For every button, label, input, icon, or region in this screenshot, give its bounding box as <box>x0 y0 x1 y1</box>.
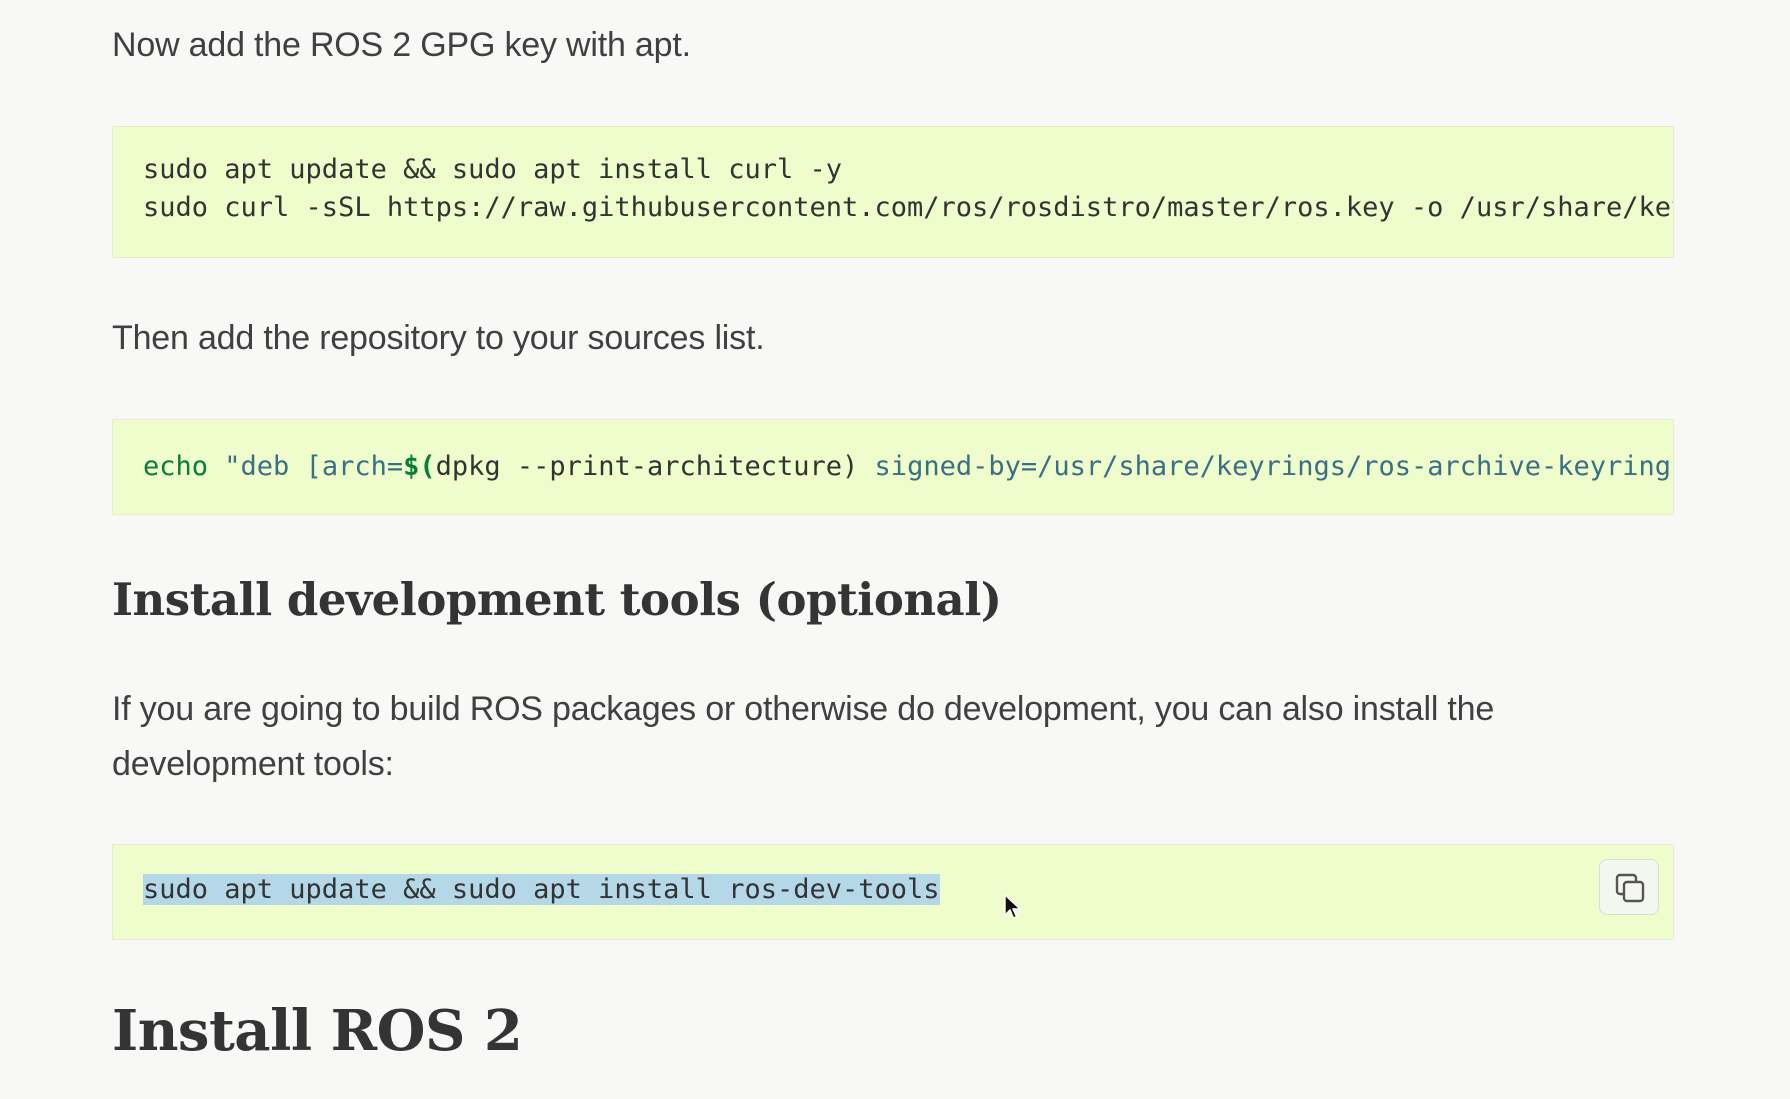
section-heading-install-ros: Install ROS 2 <box>112 998 523 1064</box>
documentation-page: Now add the ROS 2 GPG key with apt. sudo… <box>0 0 1790 1099</box>
code-token: echo <box>143 451 209 482</box>
code-token: $( <box>403 451 436 482</box>
code-token: [arch= <box>305 451 404 482</box>
dev-tools-description-line: development tools: <box>112 745 394 783</box>
selected-code-text[interactable]: sudo apt update && sudo apt install ros-… <box>143 874 940 905</box>
code-line[interactable]: echo "deb [arch=$(dpkg --print-architect… <box>143 448 1674 486</box>
gpg-key-instruction: Now add the ROS 2 GPG key with apt. <box>112 26 691 64</box>
code-block-dev-tools[interactable]: sudo apt update && sudo apt install ros-… <box>112 844 1674 940</box>
dev-tools-description-line: If you are going to build ROS packages o… <box>112 690 1495 728</box>
copy-button[interactable] <box>1599 859 1659 915</box>
code-token: "deb <box>208 451 306 482</box>
code-token: ) <box>842 451 859 482</box>
section-heading-dev-tools: Install development tools (optional) <box>112 573 1002 626</box>
code-line[interactable]: sudo apt update && sudo apt install curl… <box>143 151 842 189</box>
code-token: signed-by=/usr/share/keyrings/ros-archiv… <box>858 451 1674 482</box>
code-token: dpkg --print-architecture <box>435 451 843 482</box>
code-block-gpg[interactable]: sudo apt update && sudo apt install curl… <box>112 126 1674 258</box>
mouse-pointer-icon <box>1004 893 1022 925</box>
code-line[interactable]: sudo apt update && sudo apt install ros-… <box>143 871 940 909</box>
code-block-repo[interactable]: echo "deb [arch=$(dpkg --print-architect… <box>112 419 1674 515</box>
dev-tools-description: If you are going to build ROS packages o… <box>112 682 1494 792</box>
copy-icon <box>1615 873 1645 903</box>
code-line[interactable]: sudo curl -sSL https://raw.githubusercon… <box>143 189 1673 227</box>
repo-instruction: Then add the repository to your sources … <box>112 319 765 357</box>
